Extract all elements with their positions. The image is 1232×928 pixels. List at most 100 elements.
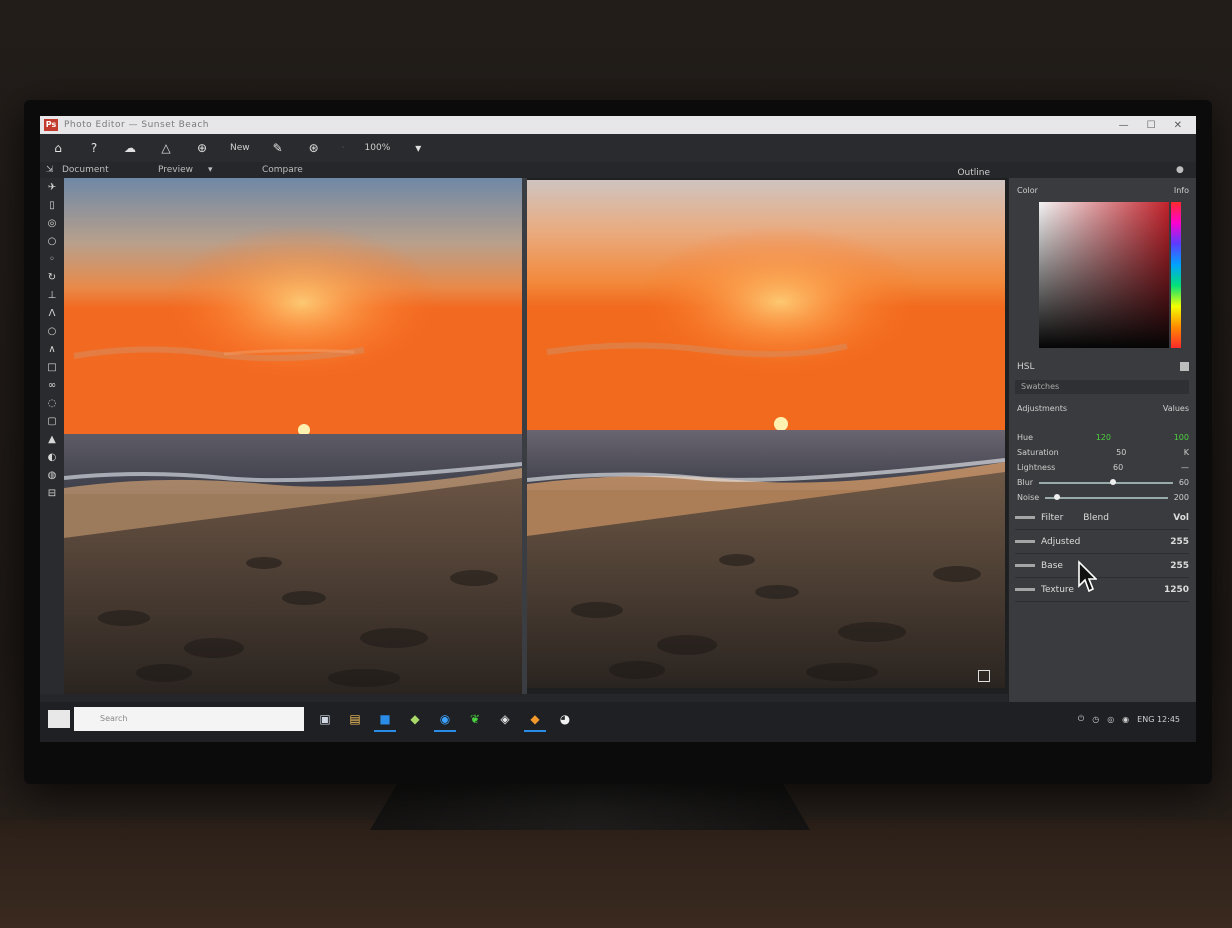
layer-row[interactable]: Adjusted 255 xyxy=(1015,530,1189,554)
zoom-readout[interactable]: 100% xyxy=(365,143,391,153)
mouse-cursor-icon xyxy=(1078,560,1097,593)
tools-panel: ✈ ▯ ◎ ○ ◦ ↻ ⊥ Λ ○ ∧ □ ∞ ◌ ▢ ▲ ◐ ◍ ⊟ xyxy=(40,178,64,702)
taskbar-search-input[interactable]: Search xyxy=(74,707,304,731)
chevron-down-icon[interactable]: ▾ xyxy=(208,165,213,175)
help-icon[interactable]: ? xyxy=(86,140,102,156)
noise-slider[interactable] xyxy=(1045,493,1168,500)
warning-icon[interactable]: △ xyxy=(158,140,174,156)
prop-value[interactable]: 60 xyxy=(1098,463,1138,472)
layer-value: 255 xyxy=(1170,560,1189,571)
leaf-app-icon[interactable]: ❦ xyxy=(464,708,486,732)
move-tool-icon[interactable]: ✈ xyxy=(40,178,64,196)
clone-tool-icon[interactable]: ↻ xyxy=(40,268,64,286)
eraser-tool-icon[interactable]: ◦ xyxy=(40,250,64,268)
info-icon[interactable]: ● xyxy=(1176,165,1184,175)
ellipse-tool-icon[interactable]: ∞ xyxy=(40,376,64,394)
prop-value[interactable]: 200 xyxy=(1174,493,1189,502)
heal-tool-icon[interactable]: ⊥ xyxy=(40,286,64,304)
adjustment-list: Hue 120 100 Saturation 50 K Lightness 60… xyxy=(1017,430,1189,505)
prop-label: Saturation xyxy=(1017,448,1059,457)
preview-label[interactable]: Preview xyxy=(158,165,193,175)
prop-row-hue[interactable]: Hue 120 100 xyxy=(1017,430,1189,445)
close-button[interactable]: ✕ xyxy=(1174,120,1182,131)
canvas-view-label[interactable]: Outline xyxy=(957,168,990,178)
files-app-icon[interactable]: ▣ xyxy=(314,708,336,732)
values-tab[interactable]: Values xyxy=(1163,404,1189,413)
rect-tool-icon[interactable]: □ xyxy=(40,358,64,376)
info-panel-tab[interactable]: Info xyxy=(1174,186,1189,195)
home-icon[interactable]: ⌂ xyxy=(50,140,66,156)
edited-image[interactable] xyxy=(527,180,1005,688)
prop-row-lightness[interactable]: Lightness 60 — xyxy=(1017,460,1189,475)
brush-tool-icon[interactable]: ○ xyxy=(40,232,64,250)
store-app-icon[interactable]: ■ xyxy=(374,708,396,732)
prop-value[interactable]: 120 xyxy=(1083,433,1123,442)
prop-row-saturation[interactable]: Saturation 50 K xyxy=(1017,445,1189,460)
hue-slider[interactable] xyxy=(1171,202,1181,348)
layer-row[interactable]: Base 255 xyxy=(1015,554,1189,578)
layer-bar-icon xyxy=(1015,564,1035,567)
notes-app-icon[interactable]: ▤ xyxy=(344,708,366,732)
hand-tool-icon[interactable]: ◌ xyxy=(40,394,64,412)
noise-slider-knob[interactable] xyxy=(1054,493,1061,500)
zoom-tool-icon[interactable]: ▢ xyxy=(40,412,64,430)
layer-bar-icon xyxy=(1015,540,1035,543)
browser-app-icon[interactable]: ◉ xyxy=(434,708,456,732)
dodge-tool-icon[interactable]: ▲ xyxy=(40,430,64,448)
photos-app-icon[interactable]: ◆ xyxy=(404,708,426,732)
prop-value[interactable]: 60 xyxy=(1179,478,1189,487)
maximize-button[interactable]: ☐ xyxy=(1147,120,1156,131)
chat-app-icon[interactable]: ◕ xyxy=(554,708,576,732)
color-picker-field[interactable] xyxy=(1039,202,1169,348)
volume-icon[interactable]: ◉ xyxy=(1122,715,1129,724)
clock-icon[interactable]: ◷ xyxy=(1092,715,1099,724)
gradient-tool-icon[interactable]: ◍ xyxy=(40,466,64,484)
pen-tool-icon[interactable]: ○ xyxy=(40,322,64,340)
new-button[interactable]: New xyxy=(230,143,250,153)
fit-screen-icon[interactable] xyxy=(978,670,990,682)
desk xyxy=(0,820,1232,928)
window-title: Photo Editor — Sunset Beach xyxy=(64,120,210,130)
brush-icon[interactable]: ✎ xyxy=(270,140,286,156)
cloud-icon[interactable]: ☁ xyxy=(122,140,138,156)
drop-app-icon[interactable]: ◈ xyxy=(494,708,516,732)
layer-row[interactable]: Texture 1250 xyxy=(1015,578,1189,602)
swatch-square-icon[interactable] xyxy=(1180,362,1189,371)
original-image[interactable] xyxy=(64,178,522,694)
blur-slider[interactable] xyxy=(1039,478,1173,485)
swatches-dropdown[interactable]: Swatches xyxy=(1015,380,1189,394)
layers-blend-label[interactable]: Blend xyxy=(1083,513,1109,523)
color-mode-label[interactable]: HSL xyxy=(1017,362,1035,372)
tray-text[interactable]: ENG 12:45 xyxy=(1137,715,1180,724)
canvas-area[interactable]: Outline xyxy=(64,168,1008,694)
start-button[interactable] xyxy=(48,710,70,728)
crop-tool-icon[interactable]: ▯ xyxy=(40,196,64,214)
prop-value[interactable]: 50 xyxy=(1101,448,1141,457)
title-bar: Ps Photo Editor — Sunset Beach — ☐ ✕ xyxy=(40,116,1196,134)
compare-label[interactable]: Compare xyxy=(262,165,303,175)
layer-value: 1250 xyxy=(1163,584,1189,595)
color-panel-title: Color xyxy=(1017,186,1038,195)
status-bar xyxy=(40,694,1008,702)
layer-name: Base xyxy=(1041,560,1063,571)
text-tool-icon[interactable]: Λ xyxy=(40,304,64,322)
sharpen-tool-icon[interactable]: ◐ xyxy=(40,448,64,466)
options-arrow-icon[interactable]: ⇲ xyxy=(46,165,54,175)
lasso-tool-icon[interactable]: ◎ xyxy=(40,214,64,232)
fire-app-icon[interactable]: ◆ xyxy=(524,708,546,732)
swatches-label: Swatches xyxy=(1021,382,1060,391)
blur-slider-knob[interactable] xyxy=(1109,478,1116,485)
prop-row-blur[interactable]: Blur 60 xyxy=(1017,475,1189,490)
shape-tool-icon[interactable]: ∧ xyxy=(40,340,64,358)
power-icon[interactable]: ⏻ xyxy=(1078,714,1084,724)
eyedropper-tool-icon[interactable]: ⊟ xyxy=(40,484,64,502)
network-icon[interactable]: ◎ xyxy=(1107,715,1114,724)
prop-row-noise[interactable]: Noise 200 xyxy=(1017,490,1189,505)
document-label[interactable]: Document xyxy=(62,165,109,175)
dropdown-icon[interactable]: ▾ xyxy=(410,140,426,156)
add-icon[interactable]: ⊕ xyxy=(194,140,210,156)
properties-panel: Color Info HSL Swatches Adjustments Valu… xyxy=(1008,178,1196,702)
layers-filter-label[interactable]: Filter xyxy=(1041,513,1063,523)
globe-icon[interactable]: ⊛ xyxy=(306,140,322,156)
minimize-button[interactable]: — xyxy=(1119,120,1129,131)
